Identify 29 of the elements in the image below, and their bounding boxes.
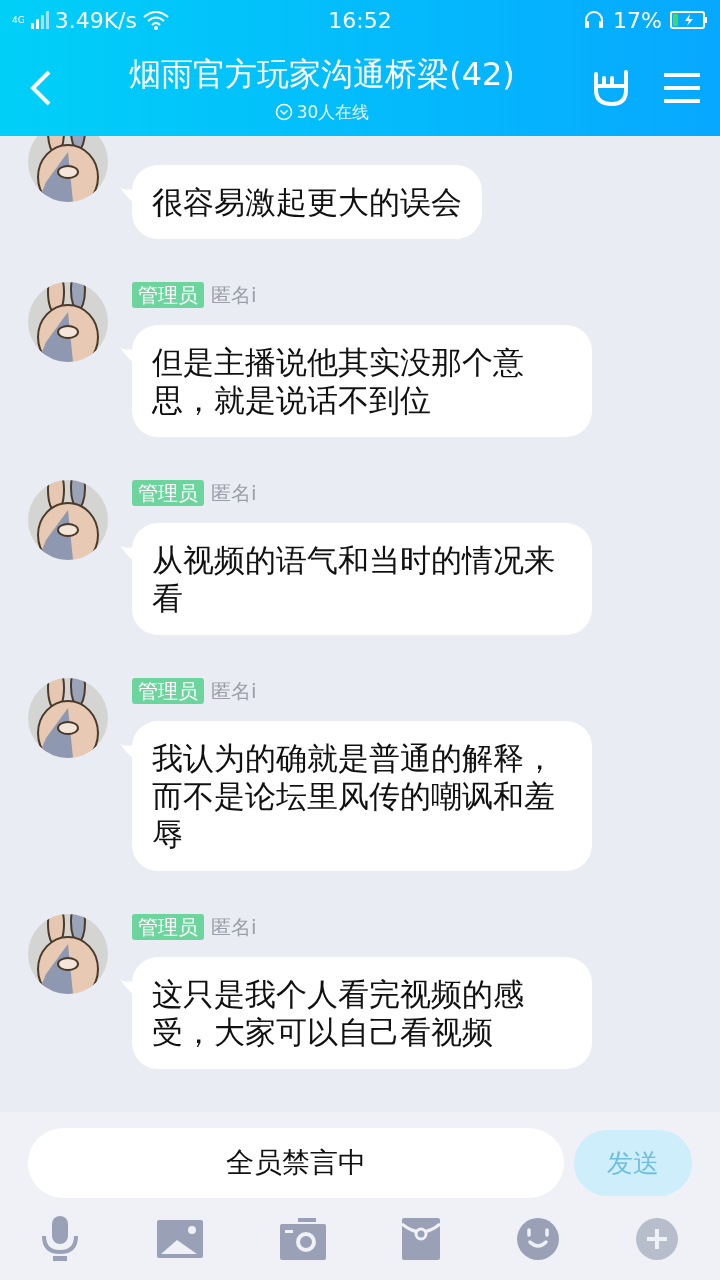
chat-title: 烟雨官方玩家沟通桥梁(42) [129,53,515,95]
plus-icon[interactable] [636,1218,678,1260]
signal-icon [30,11,49,29]
sender-name: 匿名i [211,677,257,705]
admin-badge: 管理员 [132,914,204,940]
message-field[interactable]: 全员禁言中 [28,1128,564,1198]
admin-badge: 管理员 [132,480,204,506]
headset-icon [583,9,606,31]
wifi-icon [143,10,169,30]
back-icon[interactable] [30,70,52,106]
hand-gesture-icon[interactable] [592,68,630,108]
sender-name: 匿名i [211,913,257,941]
menu-icon[interactable] [664,72,700,104]
image-icon[interactable] [156,1220,203,1258]
online-count[interactable]: 30人在线 [274,100,370,124]
clock: 16:52 [328,7,392,33]
camera-icon[interactable] [279,1218,326,1260]
battery-icon [670,10,708,30]
sender-name: 匿名i [211,281,257,309]
admin-badge: 管理员 [132,678,204,704]
microphone-icon[interactable] [40,1216,80,1262]
envelope-icon[interactable] [402,1218,441,1260]
chevron-circle-icon [274,103,293,121]
sender-name: 匿名i [211,479,257,507]
admin-badge: 管理员 [132,282,204,308]
battery-percent: 17% [613,7,662,33]
network-speed: 3.49K/s [54,7,137,33]
smiley-icon[interactable] [517,1218,560,1260]
network-label: 4G [12,15,25,25]
